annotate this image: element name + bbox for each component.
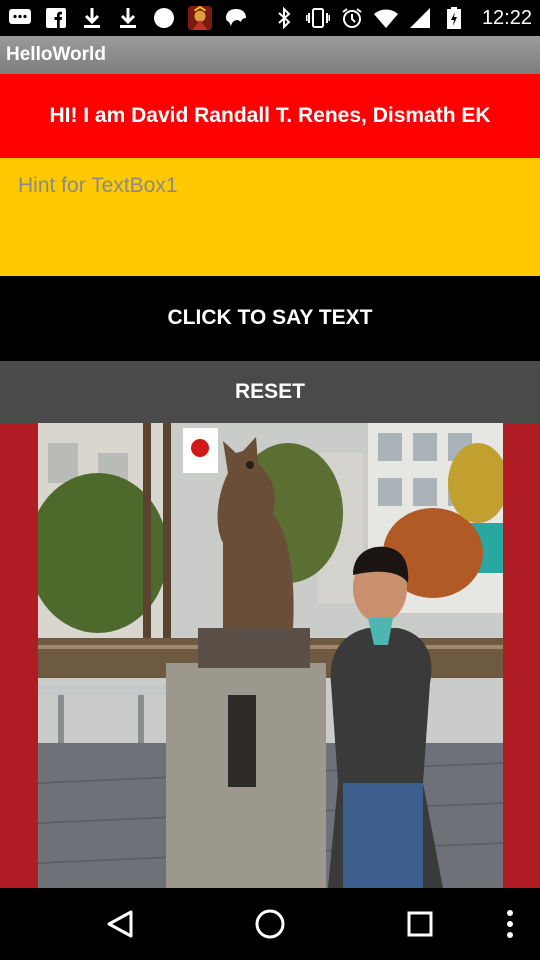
system-icons: 12:22 [272,6,532,30]
reset-button[interactable]: RESET [0,361,540,423]
clock: 12:22 [481,6,532,29]
back-icon[interactable] [98,902,142,946]
status-bar: 12:22 [0,0,540,36]
action-bar: HelloWorld [0,36,540,74]
home-icon[interactable] [248,902,292,946]
app-title: HelloWorld [6,44,106,65]
download-icon [116,6,140,30]
chat-icon [8,6,32,30]
bluetooth-icon [272,6,296,30]
alarm-icon [340,6,364,30]
signal-icon [408,6,432,30]
greeting-text: HI! I am David Randall T. Renes, Dismath… [49,104,491,127]
vibrate-icon [305,6,330,30]
textbox1-input[interactable] [18,174,522,198]
recents-icon[interactable] [398,902,442,946]
facebook-icon [44,6,68,30]
wifi-icon [373,6,398,30]
greeting-label: HI! I am David Randall T. Renes, Dismath… [0,74,540,158]
textbox-container [0,158,540,276]
notification-icons [8,5,248,30]
snapchat-icon [224,6,248,30]
overflow-menu-icon[interactable] [488,902,532,946]
battery-icon [442,6,466,30]
navigation-bar [0,888,540,960]
photo-image [38,423,503,888]
download-icon [80,6,104,30]
say-text-button[interactable]: CLICK TO SAY TEXT [0,276,540,360]
game-icon [188,5,212,30]
photo-frame [0,423,540,888]
circle-icon [152,6,176,30]
